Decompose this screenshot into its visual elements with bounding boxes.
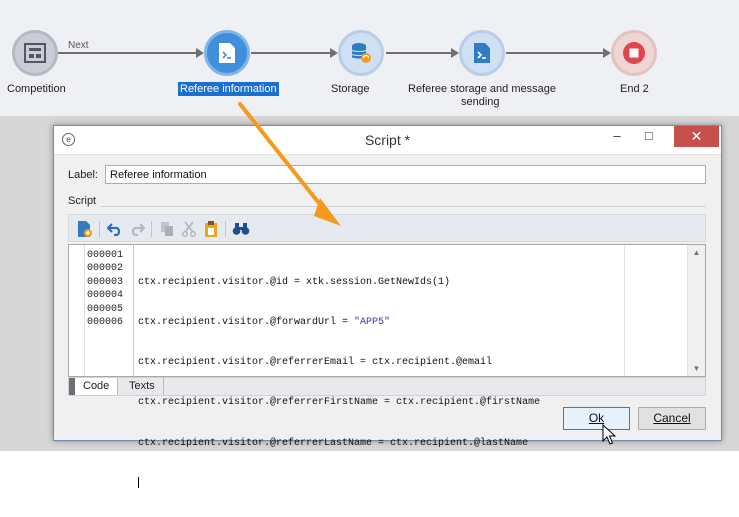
minimize-button[interactable]: – bbox=[602, 126, 632, 147]
script-toolbar bbox=[68, 214, 706, 242]
code-line: ctx.recipient.visitor.@referrerFirstName… bbox=[138, 397, 541, 409]
code-line: ctx.recipient.visitor.@id = xtk.session.… bbox=[138, 276, 451, 288]
tab-texts[interactable]: Texts bbox=[121, 378, 164, 395]
code-line: ctx.recipient.visitor.@forwardUrl = "APP… bbox=[138, 316, 540, 329]
line-numbers: 000001 000002 000003 000004 000005 00000… bbox=[87, 249, 123, 329]
mouse-cursor-icon bbox=[602, 424, 616, 445]
node-label-end-2: End 2 bbox=[620, 83, 649, 95]
scroll-up-icon[interactable]: ▲ bbox=[688, 245, 705, 260]
node-label-referee-storage-line1: Referee storage and message bbox=[408, 83, 556, 95]
ok-button[interactable]: Ok bbox=[563, 407, 630, 430]
insert-field-icon[interactable] bbox=[75, 219, 95, 239]
toolbar-separator bbox=[99, 221, 100, 237]
ok-button-label: Ok bbox=[588, 411, 605, 425]
code-line bbox=[138, 476, 540, 491]
tab-code[interactable]: Code bbox=[75, 378, 119, 395]
vertical-scrollbar[interactable]: ▲ ▼ bbox=[687, 245, 705, 376]
editor-tabs: Code Texts bbox=[68, 377, 706, 396]
form-icon bbox=[24, 43, 46, 63]
code-string: "APP5" bbox=[354, 317, 391, 329]
code-line: ctx.recipient.visitor.@referrerEmail = c… bbox=[138, 357, 493, 369]
code-line: ctx.recipient.visitor.@referrerLastName … bbox=[138, 437, 529, 449]
line-number: 000002 bbox=[87, 263, 124, 275]
cut-icon[interactable] bbox=[179, 219, 199, 239]
find-icon[interactable] bbox=[231, 219, 251, 239]
label-caption: Label: bbox=[68, 169, 98, 181]
line-number: 000001 bbox=[87, 250, 124, 261]
toolbar-separator bbox=[151, 221, 152, 237]
code-separator bbox=[133, 245, 134, 376]
line-number: 000005 bbox=[87, 303, 124, 315]
link-label-next: Next bbox=[68, 40, 89, 51]
line-number: 000003 bbox=[87, 276, 124, 288]
workflow-diagram: Next Competition Referee information Sto… bbox=[0, 0, 739, 116]
line-number: 000006 bbox=[87, 317, 124, 329]
node-label-referee-information: Referee information bbox=[178, 82, 279, 96]
script-icon bbox=[219, 43, 235, 63]
undo-icon[interactable] bbox=[105, 219, 125, 239]
toolbar-separator bbox=[225, 221, 226, 237]
dialog-titlebar[interactable]: e Script * – □ ✕ bbox=[54, 126, 721, 155]
database-update-icon bbox=[351, 43, 371, 63]
close-button[interactable]: ✕ bbox=[674, 126, 719, 147]
node-referee-information[interactable] bbox=[204, 30, 250, 76]
node-label-competition: Competition bbox=[7, 83, 66, 95]
code-editor[interactable]: 000001 000002 000003 000004 000005 00000… bbox=[68, 244, 706, 488]
script-icon bbox=[474, 43, 490, 63]
cancel-button-label: Cancel bbox=[653, 411, 691, 425]
editor-right-margin bbox=[624, 245, 625, 376]
node-label-storage: Storage bbox=[331, 83, 370, 95]
maximize-button[interactable]: □ bbox=[634, 126, 664, 147]
node-referee-storage[interactable] bbox=[459, 30, 505, 76]
scroll-down-icon[interactable]: ▼ bbox=[688, 361, 705, 376]
cancel-button[interactable]: Cancel bbox=[638, 407, 706, 430]
code-segment: ctx.recipient.visitor.@forwardUrl = bbox=[138, 317, 355, 329]
script-divider bbox=[101, 206, 706, 207]
copy-icon[interactable] bbox=[157, 219, 177, 239]
redo-icon[interactable] bbox=[127, 219, 147, 239]
stop-icon bbox=[623, 42, 645, 64]
label-input[interactable] bbox=[105, 165, 706, 184]
node-storage[interactable] bbox=[338, 30, 384, 76]
line-number: 000004 bbox=[87, 290, 124, 302]
editor-gutter bbox=[69, 245, 85, 376]
node-competition[interactable] bbox=[12, 30, 58, 76]
script-caption: Script bbox=[68, 195, 97, 207]
text-caret bbox=[138, 476, 139, 488]
node-end-2[interactable] bbox=[611, 30, 657, 76]
paste-icon[interactable] bbox=[201, 219, 221, 239]
script-dialog: e Script * – □ ✕ Label: Script bbox=[53, 125, 722, 488]
node-label-referee-storage-line2: sending bbox=[461, 96, 500, 108]
